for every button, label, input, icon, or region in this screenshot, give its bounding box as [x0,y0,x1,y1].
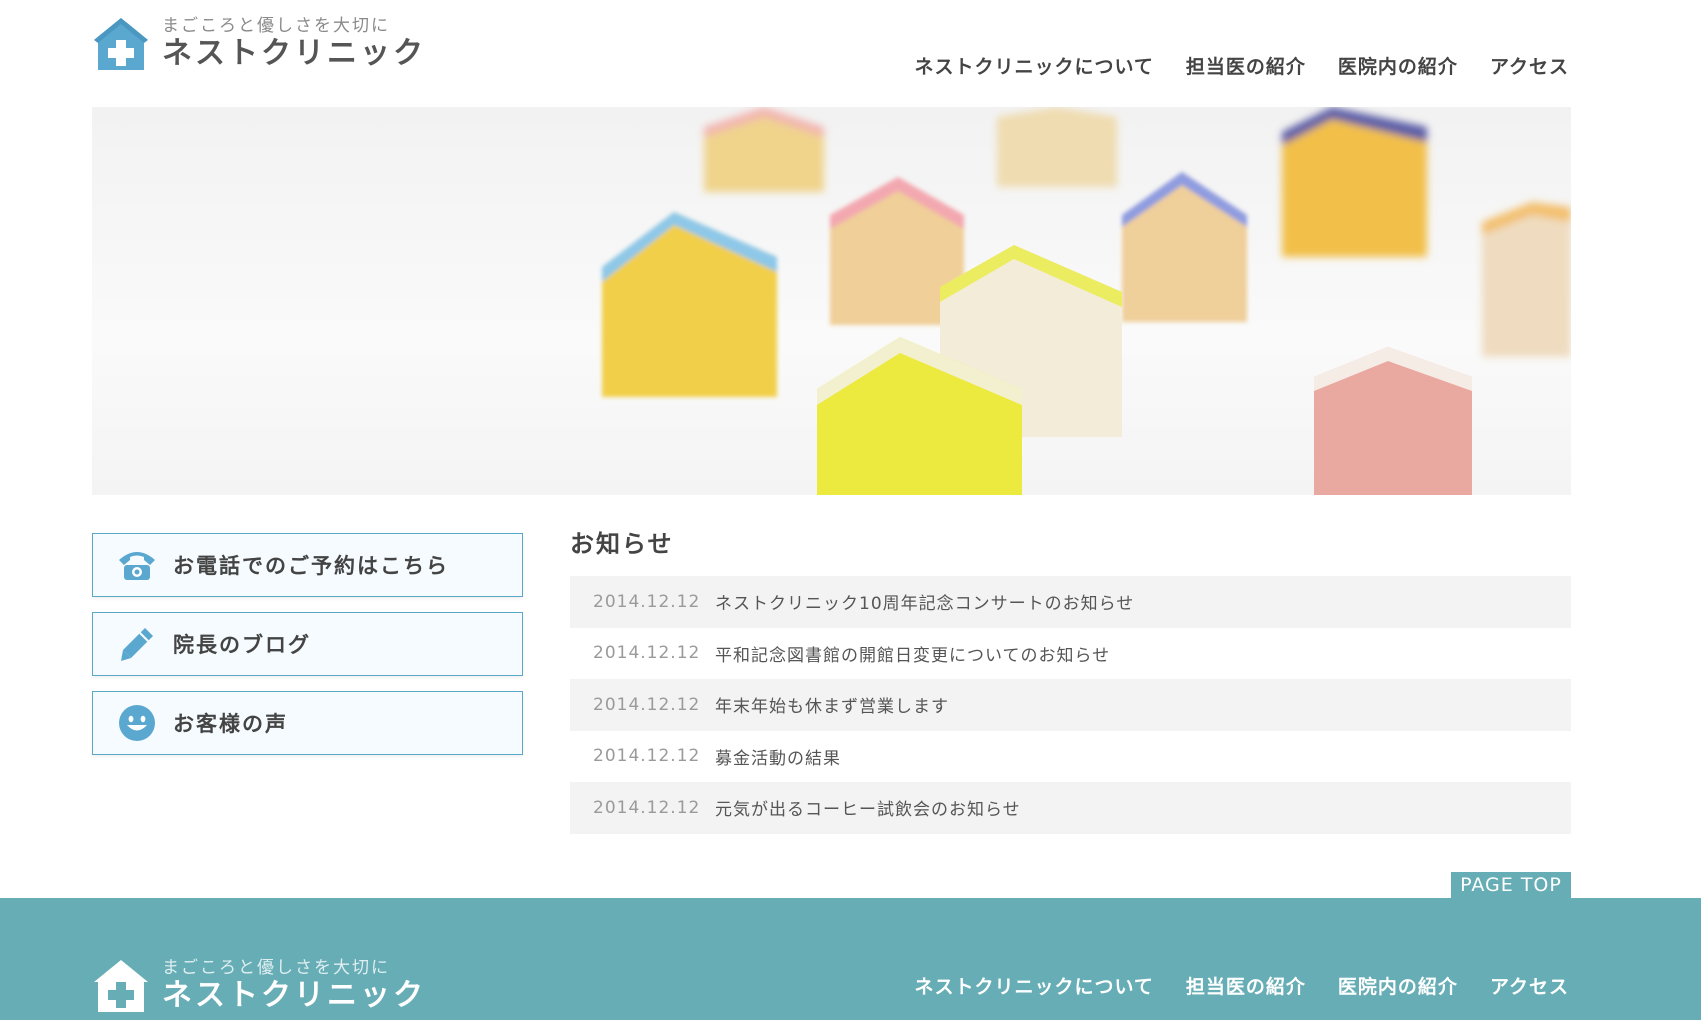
news-text: 募金活動の結果 [715,748,841,769]
news-item[interactable]: 2014.12.12 年末年始も休まず営業します [570,679,1571,731]
customer-voice-button[interactable]: お客様の声 [92,691,523,755]
news-date: 2014.12.12 [593,643,701,664]
news-text: 元気が出るコーヒー試飲会のお知らせ [715,800,1021,821]
phone-reservation-button[interactable]: お電話でのご予約はこちら [92,533,523,597]
customer-voice-label: お客様の声 [173,712,288,736]
news-date: 2014.12.12 [593,591,701,612]
pencil-icon [115,622,159,666]
phone-reservation-label: お電話でのご予約はこちら [173,554,449,578]
hero-image [92,107,1571,495]
nav-link-doctors[interactable]: 担当医の紹介 [1186,52,1306,79]
news-date: 2014.12.12 [593,694,701,715]
news-item[interactable]: 2014.12.12 元気が出るコーヒー試飲会のお知らせ [570,782,1571,834]
news-item[interactable]: 2014.12.12 ネストクリニック10周年記念コンサートのお知らせ [570,576,1571,628]
news-text: 年末年始も休まず営業します [715,697,949,718]
news-date: 2014.12.12 [593,797,701,818]
footer-nav-link-access[interactable]: アクセス [1490,972,1569,999]
news-section: お知らせ 2014.12.12 ネストクリニック10周年記念コンサートのお知らせ… [570,526,1571,834]
site-logo[interactable]: まごころと優しさを大切に ネストクリニック [92,14,432,74]
news-item[interactable]: 2014.12.12 募金活動の結果 [570,731,1571,783]
header-nav: ネストクリニックについて 担当医の紹介 医院内の紹介 アクセス [914,52,1569,79]
logo-tagline: まごころと優しさを大切に [162,16,390,36]
side-menu: お電話でのご予約はこちら 院長のブログ お客様の声 [92,533,523,770]
logo-name: ネストクリニック [162,36,426,71]
director-blog-button[interactable]: 院長のブログ [92,612,523,676]
nav-link-access[interactable]: アクセス [1490,52,1569,79]
footer-nav-link-about[interactable]: ネストクリニックについて [914,972,1153,999]
news-text: 平和記念図書館の開館日変更についてのお知らせ [715,645,1111,666]
footer-logo-tagline: まごころと優しさを大切に [162,958,390,978]
news-text: ネストクリニック10周年記念コンサートのお知らせ [715,594,1135,615]
house-plus-icon [94,960,148,1012]
page-top-button[interactable]: PAGE TOP [1451,872,1571,898]
nav-link-about[interactable]: ネストクリニックについて [914,52,1153,79]
smiley-icon [115,701,159,745]
footer-logo[interactable]: まごころと優しさを大切に ネストクリニック [92,956,432,1016]
news-list: 2014.12.12 ネストクリニック10周年記念コンサートのお知らせ 2014… [570,576,1571,834]
phone-icon [115,543,159,587]
news-item[interactable]: 2014.12.12 平和記念図書館の開館日変更についてのお知らせ [570,628,1571,680]
news-date: 2014.12.12 [593,746,701,767]
footer-nav-link-doctors[interactable]: 担当医の紹介 [1186,972,1306,999]
news-title: お知らせ [570,530,674,558]
footer-nav: ネストクリニックについて 担当医の紹介 医院内の紹介 アクセス [914,972,1569,999]
footer-nav-link-clinic[interactable]: 医院内の紹介 [1338,972,1458,999]
site-footer: まごころと優しさを大切に ネストクリニック ネストクリニックについて 担当医の紹… [0,898,1701,1020]
footer-logo-name: ネストクリニック [162,978,426,1013]
director-blog-label: 院長のブログ [173,633,311,657]
house-plus-icon [94,18,148,70]
nav-link-clinic[interactable]: 医院内の紹介 [1338,52,1458,79]
wooden-houses-illustration [602,107,1571,495]
site-header: まごころと優しさを大切に ネストクリニック ネストクリニックについて 担当医の紹… [0,0,1701,105]
